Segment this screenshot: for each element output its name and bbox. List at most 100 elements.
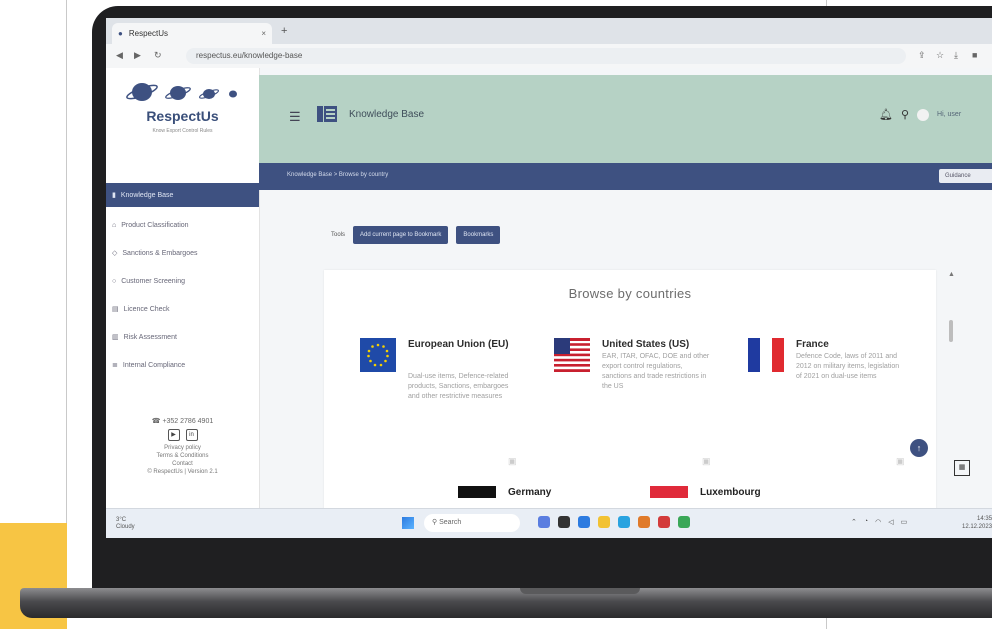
sidebar-item-label: Knowledge Base [120, 191, 174, 199]
network-icon[interactable]: ◔ [864, 518, 868, 526]
windows-taskbar: 3°C Cloudy ⚲ Search ⌃ ◔ ◠ ◁ ▭ 14:35 12.1… [106, 508, 992, 538]
book-icon: ▮ [112, 192, 116, 199]
country-name: European Union (EU) [408, 339, 509, 350]
brand-tagline: Know Export Control Rules [152, 128, 213, 134]
windows-start-icon[interactable] [402, 517, 414, 529]
sidebar-item-product-classification[interactable]: ⌂ Product Classification [106, 211, 259, 239]
scroll-up-button[interactable]: ↑ [910, 439, 928, 457]
country-name: France [796, 339, 829, 350]
search-icon[interactable]: ⚲ [901, 108, 909, 121]
taskbar-apps [538, 516, 690, 528]
store-icon[interactable] [618, 516, 630, 528]
sidebar-item-label: Product Classification [121, 221, 189, 229]
page-title: Knowledge Base [349, 109, 425, 120]
phone-number: ☎ +352 2786 4901 [151, 418, 214, 425]
country-description: EAR, ITAR, OFAC, DOE and other export co… [602, 353, 710, 390]
footer-version: © RespectUs | Version 2.1 [147, 469, 218, 475]
browser-tab[interactable]: ● RespectUs × [112, 23, 272, 44]
guidance-button[interactable]: Guidance [939, 169, 992, 183]
sidebar-item-licence-check[interactable]: ▤ Licence Check [106, 295, 259, 323]
taskbar-search-input[interactable]: ⚲ Search [424, 514, 520, 532]
reload-icon[interactable]: ↻ [154, 50, 162, 61]
laptop-notch [520, 588, 640, 594]
search-icon: ○ [112, 277, 117, 285]
browser-tab-bar: ● RespectUs × + [106, 18, 992, 44]
forward-icon[interactable]: ▶ [134, 50, 141, 61]
country-name: Germany [508, 486, 552, 498]
eu-flag-icon [360, 338, 396, 372]
scrollbar[interactable]: ▲ [946, 268, 956, 488]
system-tray: ⌃ ◔ ◠ ◁ ▭ [851, 518, 907, 526]
country-description: Dual-use items, Defence-related products… [408, 373, 509, 400]
shield-icon: ◇ [112, 250, 118, 257]
footer-link-terms[interactable]: Terms & Conditions [106, 452, 259, 460]
chrome-icon[interactable] [678, 516, 690, 528]
france-flag-icon [748, 338, 784, 372]
taskbar-clock[interactable]: 14:35 12.12.2023 [962, 515, 992, 531]
sidebar-item-label: Sanctions & Embargoes [122, 249, 198, 257]
download-icon[interactable]: ⤓ [954, 50, 958, 61]
sidebar-item-risk-assessment[interactable]: ▥ Risk Assessment [106, 323, 259, 351]
tab-close-icon[interactable]: × [261, 29, 266, 38]
back-icon[interactable]: ◀ [116, 50, 123, 61]
new-tab-button[interactable]: + [281, 25, 287, 37]
luxembourg-flag-icon [650, 486, 688, 498]
browse-countries-card: Browse by countries European Union (EU) … [324, 270, 936, 523]
breadcrumb-bar: Knowledge Base > Browse by country Guida… [259, 163, 992, 190]
file-explorer-icon[interactable] [598, 516, 610, 528]
tag-icon: ⌂ [112, 221, 117, 229]
sidebar-item-customer-screening[interactable]: ○ Customer Screening [106, 267, 259, 295]
footer-link-contact[interactable]: Contact [106, 460, 259, 468]
country-card-luxembourg[interactable]: Luxembourg [650, 486, 761, 498]
weather-widget[interactable]: 3°C Cloudy [116, 517, 135, 531]
footer-link-privacy[interactable]: Privacy policy [106, 444, 259, 452]
wifi-icon[interactable]: ◠ [875, 518, 881, 526]
country-card-germany[interactable]: Germany [458, 486, 551, 498]
sidebar-item-knowledge-base[interactable]: ▮ Knowledge Base [106, 183, 259, 207]
knowledge-base-icon [317, 106, 337, 122]
share-icon[interactable]: ⇪ [918, 50, 926, 61]
chart-icon: ▥ [112, 334, 119, 341]
country-description: Defence Code, laws of 2011 and 2012 on m… [796, 353, 900, 380]
youtube-icon[interactable]: ▶ [167, 429, 180, 441]
add-bookmark-button[interactable]: Add current page to Bookmark [353, 226, 449, 244]
tab-title: RespectUs [128, 29, 168, 38]
app-icon[interactable] [658, 516, 670, 528]
username[interactable]: Hi, user [937, 111, 961, 118]
list-icon: ≣ [112, 362, 118, 369]
breadcrumb[interactable]: Knowledge Base > Browse by country [287, 172, 388, 178]
tab-favicon-icon: ● [118, 29, 123, 38]
bookmark-icon[interactable]: ▣ [896, 456, 905, 467]
bell-icon[interactable]: 🔔︎ [879, 108, 893, 121]
bookmark-icon[interactable]: ▣ [508, 456, 517, 467]
us-flag-icon [554, 338, 590, 372]
volume-icon[interactable]: ◁ [888, 518, 893, 526]
bookmark-icon[interactable]: ▣ [702, 456, 711, 467]
url-input[interactable]: respectus.eu/knowledge-base [186, 48, 906, 64]
header-actions: 🔔︎ ⚲ Hi, user [879, 108, 961, 121]
avatar[interactable] [917, 108, 930, 121]
bookmarks-button[interactable]: Bookmarks [456, 226, 501, 244]
edge-icon[interactable] [578, 516, 590, 528]
sidebar-item-sanctions[interactable]: ◇ Sanctions & Embargoes [106, 239, 259, 267]
chevron-up-icon[interactable]: ⌃ [851, 518, 857, 526]
sidebar-menu: ▮ Knowledge Base ⌂ Product Classificatio… [106, 183, 259, 379]
task-view-icon[interactable] [558, 516, 570, 528]
extensions-icon[interactable]: ■ [972, 50, 977, 60]
qr-code-icon[interactable]: ▦ [954, 460, 970, 476]
battery-icon[interactable]: ▭ [901, 518, 908, 526]
social-links: ▶ in [106, 429, 259, 441]
sidebar-item-label: Customer Screening [121, 277, 186, 285]
document-icon: ▤ [112, 306, 119, 313]
hamburger-menu-icon[interactable]: ☰ [289, 109, 301, 125]
linkedin-icon[interactable]: in [185, 429, 198, 441]
app-header: ☰ Knowledge Base 🔔︎ ⚲ Hi, user [259, 75, 992, 163]
star-icon[interactable]: ☆ [936, 50, 944, 61]
sidebar-item-internal-compliance[interactable]: ≣ Internal Compliance [106, 351, 259, 379]
germany-flag-icon [458, 486, 496, 498]
firefox-icon[interactable] [638, 516, 650, 528]
teams-icon[interactable] [538, 516, 550, 528]
respectus-logo-icon [126, 83, 237, 101]
sidebar-item-label: Licence Check [123, 305, 170, 313]
browse-title: Browse by countries [568, 286, 692, 301]
